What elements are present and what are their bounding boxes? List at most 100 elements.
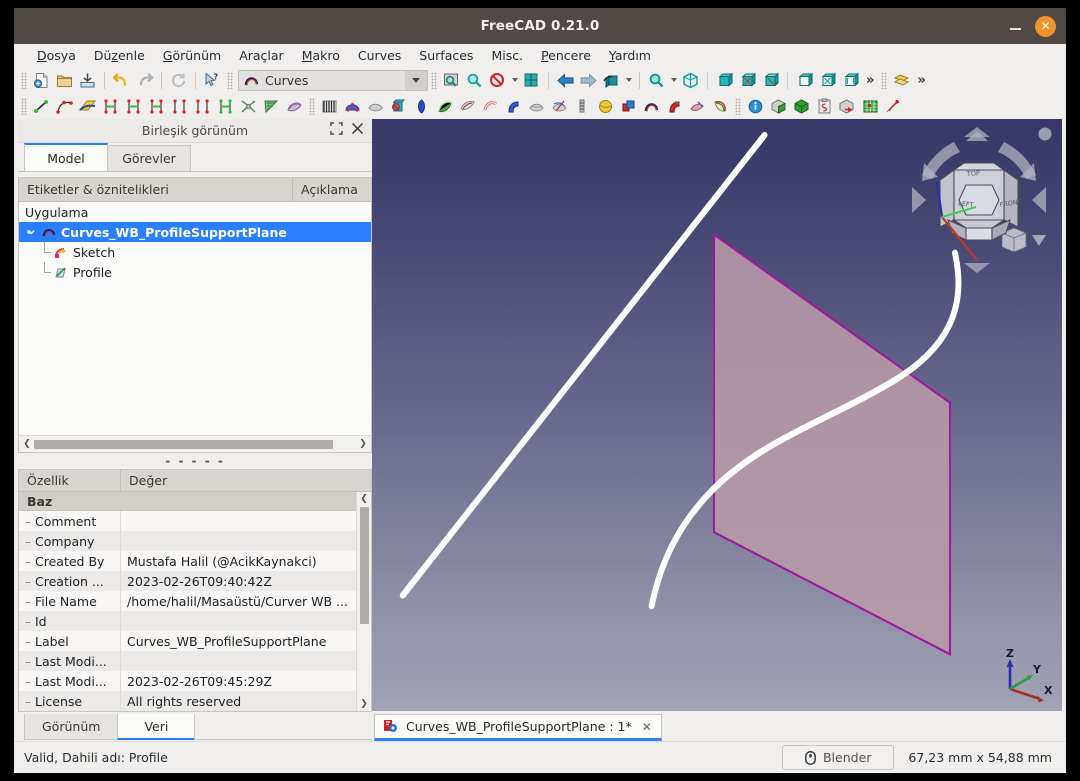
property-value-cell[interactable] bbox=[121, 611, 356, 631]
draw-style-dropdown[interactable] bbox=[509, 69, 520, 91]
twist-icon[interactable] bbox=[709, 95, 732, 117]
property-value-cell[interactable]: /home/halil/Masaüstü/Curver WB ... bbox=[121, 591, 356, 611]
workbench-selector[interactable]: Curves bbox=[238, 69, 428, 91]
profile-support-icon[interactable] bbox=[410, 95, 433, 117]
menu-pencere[interactable]: Pencere bbox=[532, 46, 600, 65]
open-folder-icon[interactable] bbox=[53, 69, 76, 91]
tree-node-sketch[interactable]: Sketch bbox=[19, 242, 371, 262]
approximate-icon[interactable] bbox=[168, 95, 191, 117]
3d-viewport[interactable]: TOP LEFT FRONT Z Y X bbox=[372, 119, 1062, 711]
menu-misc[interactable]: Misc. bbox=[482, 46, 532, 65]
isometric-dropdown[interactable] bbox=[623, 69, 634, 91]
property-group-baz[interactable]: Baz bbox=[19, 492, 356, 511]
toolbar-grip[interactable] bbox=[21, 71, 27, 89]
curve-extend-icon[interactable] bbox=[214, 95, 237, 117]
top-view-icon[interactable] bbox=[736, 69, 759, 91]
zoom-dropdown[interactable] bbox=[668, 69, 679, 91]
redo-icon[interactable] bbox=[133, 69, 156, 91]
save-icon[interactable] bbox=[76, 69, 99, 91]
tab-model[interactable]: Model bbox=[24, 143, 108, 171]
fit-selection-icon[interactable] bbox=[520, 69, 543, 91]
toolbar-overflow-2[interactable]: » bbox=[913, 73, 929, 88]
property-value-cell[interactable]: Curves_WB_ProfileSupportPlane bbox=[121, 631, 356, 651]
property-vertical-scrollbar[interactable]: ❮ ❯ bbox=[356, 492, 371, 711]
curves-wb-icon[interactable] bbox=[640, 95, 663, 117]
table-row[interactable]: – License All rights reserved bbox=[19, 691, 356, 711]
forward-arrow-icon[interactable] bbox=[577, 69, 600, 91]
segment-surface-icon[interactable] bbox=[387, 95, 410, 117]
tab-gorevler[interactable]: Görevler bbox=[107, 145, 191, 171]
close-icon[interactable] bbox=[351, 122, 364, 135]
refresh-icon[interactable] bbox=[167, 69, 190, 91]
sketch-on-surface-icon[interactable] bbox=[548, 95, 571, 117]
ruled-icon[interactable] bbox=[571, 95, 594, 117]
toolbar-grip[interactable] bbox=[309, 97, 315, 115]
tab-gorunum[interactable]: Görünüm bbox=[24, 714, 119, 740]
parametric-blend-icon[interactable] bbox=[191, 95, 214, 117]
info-icon[interactable] bbox=[744, 95, 767, 117]
flatten-surface-icon[interactable] bbox=[525, 95, 548, 117]
scroll-right-arrow[interactable]: ❯ bbox=[356, 437, 370, 452]
axonometric-icon[interactable] bbox=[679, 69, 702, 91]
interpolate-icon[interactable] bbox=[145, 95, 168, 117]
menu-surfaces[interactable]: Surfaces bbox=[410, 46, 482, 65]
tube-blue-icon[interactable] bbox=[502, 95, 525, 117]
scroll-thumb[interactable] bbox=[34, 439, 334, 449]
scroll-thumb[interactable] bbox=[359, 507, 369, 625]
property-value-cell[interactable]: All rights reserved bbox=[121, 691, 356, 711]
sketch-clipboard-icon[interactable] bbox=[813, 95, 836, 117]
toolbar-grip[interactable] bbox=[881, 71, 888, 89]
iso-curve-icon[interactable] bbox=[341, 95, 364, 117]
toolbar-grip[interactable] bbox=[431, 71, 437, 89]
scroll-down-arrow[interactable]: ❯ bbox=[357, 697, 372, 711]
document-tab[interactable]: Curves_WB_ProfileSupportPlane : 1* ✕ bbox=[374, 714, 662, 741]
join-curve-icon[interactable] bbox=[99, 95, 122, 117]
bspline-icon[interactable] bbox=[53, 95, 76, 117]
chevron-down-icon[interactable] bbox=[24, 227, 40, 237]
document-tab-close-icon[interactable]: ✕ bbox=[640, 720, 654, 734]
table-row[interactable]: – Id bbox=[19, 611, 356, 631]
minimize-button[interactable] bbox=[1009, 19, 1023, 33]
flatten-face-icon[interactable] bbox=[364, 95, 387, 117]
misc-icon[interactable] bbox=[882, 95, 905, 117]
front-view-icon[interactable] bbox=[713, 69, 736, 91]
scroll-up-arrow[interactable]: ❮ bbox=[357, 492, 372, 506]
left-view-icon[interactable] bbox=[839, 69, 862, 91]
grid-icon[interactable] bbox=[859, 95, 882, 117]
scroll-track[interactable] bbox=[34, 437, 356, 452]
close-button[interactable]: ✕ bbox=[1035, 15, 1056, 37]
tree-node-profile[interactable]: Profile bbox=[19, 262, 371, 282]
table-row[interactable]: – Last Modi... 2023-02-26T09:45:29Z bbox=[19, 671, 356, 691]
solid-icon[interactable] bbox=[767, 95, 790, 117]
scroll-track[interactable] bbox=[357, 506, 372, 697]
flatten-pink-icon[interactable] bbox=[686, 95, 709, 117]
discretize-icon[interactable] bbox=[122, 95, 145, 117]
menu-duzenle[interactable]: Düzenle bbox=[85, 46, 154, 65]
curve-on-surface-icon[interactable] bbox=[237, 95, 260, 117]
back-arrow-icon[interactable] bbox=[554, 69, 577, 91]
property-value-cell[interactable] bbox=[121, 511, 356, 531]
toolbar-grip[interactable] bbox=[227, 71, 233, 89]
menu-gorunum[interactable]: Görünüm bbox=[154, 46, 230, 65]
toolbar-grip[interactable] bbox=[735, 97, 741, 115]
whats-this-icon[interactable]: ? bbox=[201, 69, 224, 91]
tree-node-application[interactable]: Uygulama bbox=[19, 202, 371, 222]
undo-icon[interactable] bbox=[110, 69, 133, 91]
tab-veri[interactable]: Veri bbox=[117, 714, 196, 740]
menu-araclar[interactable]: Araçlar bbox=[230, 46, 293, 65]
panel-splitter[interactable]: - - - - - bbox=[18, 453, 372, 469]
pipeshell-icon[interactable] bbox=[456, 95, 479, 117]
scroll-left-arrow[interactable]: ❮ bbox=[20, 437, 34, 452]
property-column-name[interactable]: Özellik bbox=[19, 470, 121, 491]
table-row[interactable]: – Last Modi... bbox=[19, 651, 356, 671]
isometric-view-icon[interactable] bbox=[600, 69, 623, 91]
workbench-dropdown-arrow[interactable] bbox=[405, 70, 427, 90]
zebra-stripes-icon[interactable] bbox=[318, 95, 341, 117]
property-column-value[interactable]: Değer bbox=[121, 470, 371, 491]
property-value-cell[interactable]: Mustafa Halil (@AcikKaynakci) bbox=[121, 551, 356, 571]
mixed-curve-icon[interactable] bbox=[260, 95, 283, 117]
blend-surface-icon[interactable] bbox=[283, 95, 306, 117]
menu-curves[interactable]: Curves bbox=[349, 46, 410, 65]
table-row[interactable]: – Company bbox=[19, 531, 356, 551]
navigation-style-button[interactable]: Blender bbox=[781, 745, 895, 770]
